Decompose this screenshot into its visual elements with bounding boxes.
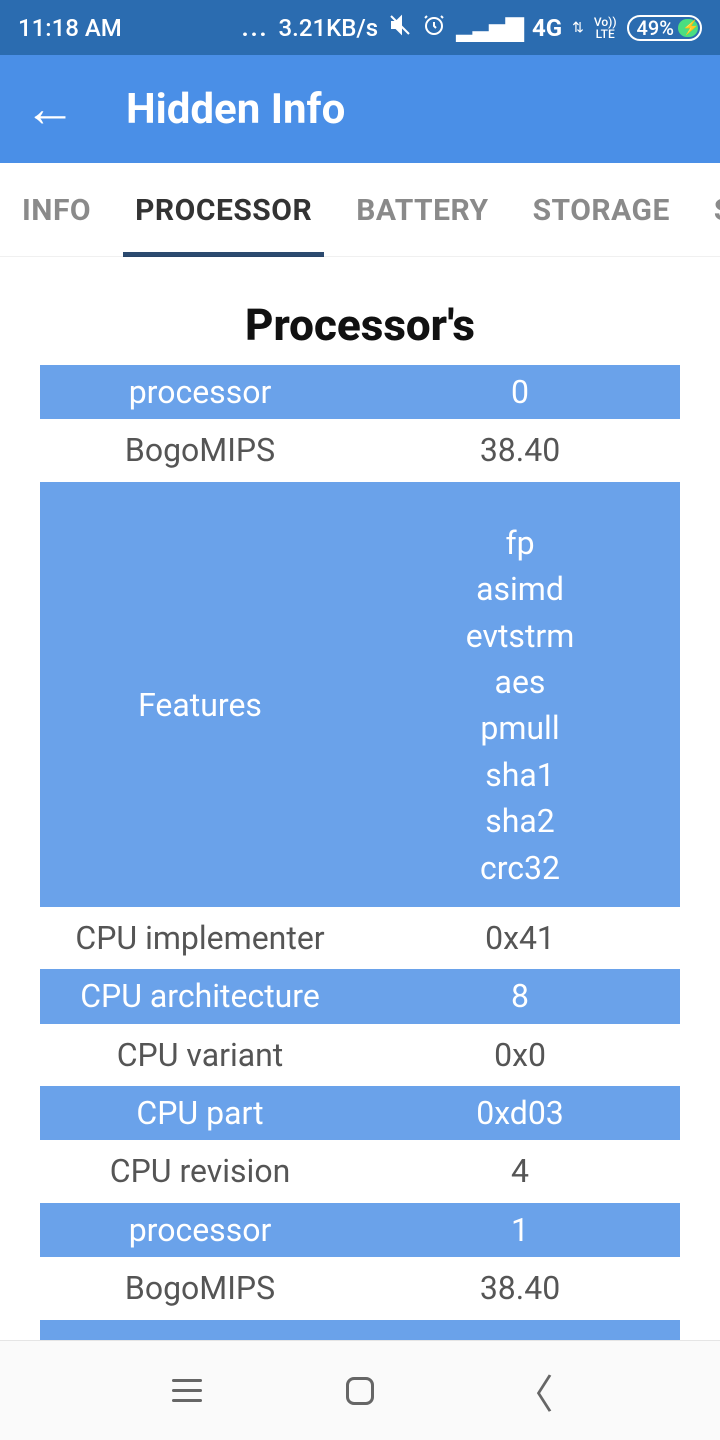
table-row: Featuresfp asimd evtstrm aes pmull: [40, 1320, 680, 1340]
tab-s[interactable]: S: [692, 163, 720, 257]
more-dots-icon: ...: [242, 14, 269, 42]
mute-icon: [388, 13, 412, 43]
table-row: BogoMIPS38.40: [40, 1261, 680, 1315]
battery-icon: 49% ⚡: [627, 15, 702, 41]
row-key: CPU revision: [40, 1144, 360, 1198]
status-network: 4G: [532, 14, 562, 42]
alarm-icon: [422, 13, 446, 43]
battery-percent: 49%: [637, 16, 674, 40]
row-key: Features: [40, 482, 360, 907]
tab-processor[interactable]: PROCESSOR: [113, 163, 334, 257]
tab-battery[interactable]: BATTERY: [334, 163, 510, 257]
status-right: ... 3.21KB/s ▂▃▅▇ 4G ⇅ Vo)) LTE 49% ⚡: [242, 13, 702, 43]
row-value: 0: [360, 365, 680, 419]
status-net-speed: 3.21KB/s: [279, 14, 379, 42]
table-row: CPU part0xd03: [40, 1086, 680, 1140]
home-button[interactable]: [340, 1371, 380, 1411]
row-key: processor: [40, 365, 360, 419]
app-title: Hidden Info: [126, 85, 345, 134]
table-row: BogoMIPS38.40: [40, 423, 680, 477]
row-key: BogoMIPS: [40, 423, 360, 477]
row-value: 8: [360, 969, 680, 1023]
table-row: CPU implementer0x41: [40, 911, 680, 965]
row-key: CPU part: [40, 1086, 360, 1140]
system-nav-bar: 〈: [0, 1340, 720, 1440]
back-arrow-icon[interactable]: ←: [24, 83, 76, 135]
tab-bar: INFOPROCESSORBATTERYSTORAGES: [0, 163, 720, 257]
row-value: 38.40: [360, 1261, 680, 1315]
row-value: 38.40: [360, 423, 680, 477]
hamburger-icon: [172, 1379, 202, 1402]
tab-storage[interactable]: STORAGE: [511, 163, 692, 257]
row-value: 1: [360, 1203, 680, 1257]
row-key: Features: [40, 1320, 360, 1340]
table-row: CPU architecture8: [40, 969, 680, 1023]
row-key: processor: [40, 1203, 360, 1257]
row-value: 0xd03: [360, 1086, 680, 1140]
status-left: 11:18 AM: [18, 14, 122, 42]
row-value: fp asimd evtstrm aes pmull sha1 sha2 crc…: [360, 482, 680, 907]
table-row: processor0: [40, 365, 680, 419]
row-key: CPU variant: [40, 1028, 360, 1082]
table-row: processor1: [40, 1203, 680, 1257]
row-value: 4: [360, 1144, 680, 1198]
square-icon: [346, 1377, 374, 1405]
row-value: fp asimd evtstrm aes pmull: [360, 1320, 680, 1340]
app-bar: ← Hidden Info: [0, 55, 720, 163]
signal-updown-icon: ⇅: [572, 20, 584, 36]
status-time: 11:18 AM: [18, 14, 122, 42]
status-bar: 11:18 AM ... 3.21KB/s ▂▃▅▇ 4G ⇅ Vo)) LTE…: [0, 0, 720, 55]
table-row: Featuresfp asimd evtstrm aes pmull sha1 …: [40, 482, 680, 907]
row-key: CPU implementer: [40, 911, 360, 965]
recents-button[interactable]: [167, 1371, 207, 1411]
processor-table: processor0BogoMIPS38.40Featuresfp asimd …: [40, 365, 680, 1340]
row-key: BogoMIPS: [40, 1261, 360, 1315]
row-value: 0x41: [360, 911, 680, 965]
content-area: Processor's processor0BogoMIPS38.40Featu…: [0, 257, 720, 1340]
chevron-left-icon: 〈: [513, 1362, 553, 1420]
signal-icon: ▂▃▅▇: [456, 14, 522, 42]
row-key: CPU architecture: [40, 969, 360, 1023]
back-button[interactable]: 〈: [513, 1371, 553, 1411]
tab-info[interactable]: INFO: [0, 163, 113, 257]
page-heading: Processor's: [40, 299, 680, 351]
table-row: CPU revision4: [40, 1144, 680, 1198]
table-row: CPU variant0x0: [40, 1028, 680, 1082]
volte-icon: Vo)) LTE: [594, 16, 617, 40]
row-value: 0x0: [360, 1028, 680, 1082]
